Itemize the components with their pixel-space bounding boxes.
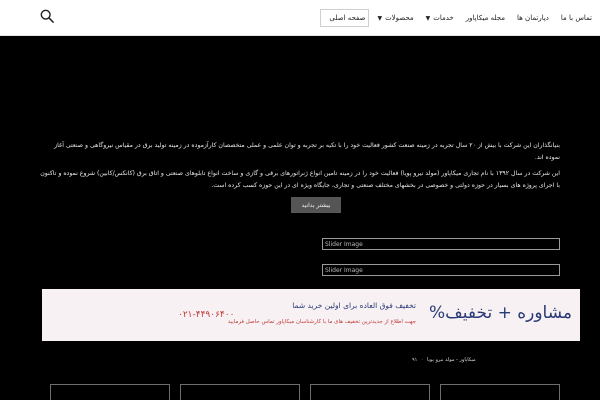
nav-item-label: صفحه اصلی — [329, 14, 366, 22]
image-alt-text: Slider Image — [325, 240, 363, 248]
about-intro: بنیانگذاران این شرکت با بیش از ۲۰ سال تج… — [40, 140, 560, 196]
banner-title: مشاوره + تخفیف% — [428, 303, 572, 323]
nav-item-magazine[interactable]: مجله میکاپاور — [466, 14, 505, 22]
search-icon[interactable] — [40, 9, 54, 23]
learn-more-button[interactable]: بیشتر بدانید — [291, 197, 341, 213]
site-header: صفحه اصلی محصولات ▼ خدمات ▼ مجله میکاپاو… — [0, 0, 600, 36]
link-company[interactable]: میکاپاور - مولد نیرو پویا — [427, 357, 476, 363]
nav-item-label: خدمات — [433, 14, 454, 22]
caret-down-icon: ▼ — [377, 14, 383, 22]
nav-item-products[interactable]: محصولات ▼ — [377, 14, 413, 22]
nav-item-services[interactable]: خدمات ▼ — [426, 14, 454, 22]
link-separator: · — [421, 357, 423, 363]
intro-paragraph-1: بنیانگذاران این شرکت با بیش از ۲۰ سال تج… — [54, 142, 560, 161]
caret-down-icon: ▼ — [425, 14, 431, 22]
footer-column — [440, 384, 560, 400]
slider-image: Slider Image — [322, 238, 560, 250]
banner-phone[interactable]: ۰۲۱-۴۴۹۰۶۴۰۰ — [178, 310, 234, 320]
nav-item-departments[interactable]: دپارتمان ها — [517, 14, 549, 22]
link-row: میکاپاور - مولد نیرو پویا · ۹۱ — [412, 357, 476, 363]
slider-image: Slider Image — [322, 264, 560, 276]
nav-item-label: محصولات — [385, 14, 414, 22]
link-number[interactable]: ۹۱ — [412, 357, 417, 363]
main-nav: صفحه اصلی محصولات ▼ خدمات ▼ مجله میکاپاو… — [329, 0, 592, 36]
intro-paragraph-2: این شرکت در سال ۱۳۹۲ با نام تجاری میکاپا… — [40, 170, 560, 189]
footer-column — [310, 384, 430, 400]
footer-column — [50, 384, 170, 400]
nav-item-label: دپارتمان ها — [517, 14, 549, 22]
footer-column — [180, 384, 300, 400]
promo-banner[interactable]: مشاوره + تخفیف% تخفیف فوق العاده برای او… — [42, 289, 580, 341]
nav-item-label: تماس با ما — [560, 14, 592, 22]
nav-item-contact[interactable]: تماس با ما — [561, 14, 592, 22]
image-alt-text: Slider Image — [325, 266, 363, 274]
nav-item-label: مجله میکاپاور — [465, 14, 505, 22]
nav-item-home[interactable]: صفحه اصلی — [329, 14, 365, 22]
banner-headline: تخفیف فوق العاده برای اولین خرید شما — [292, 301, 416, 310]
